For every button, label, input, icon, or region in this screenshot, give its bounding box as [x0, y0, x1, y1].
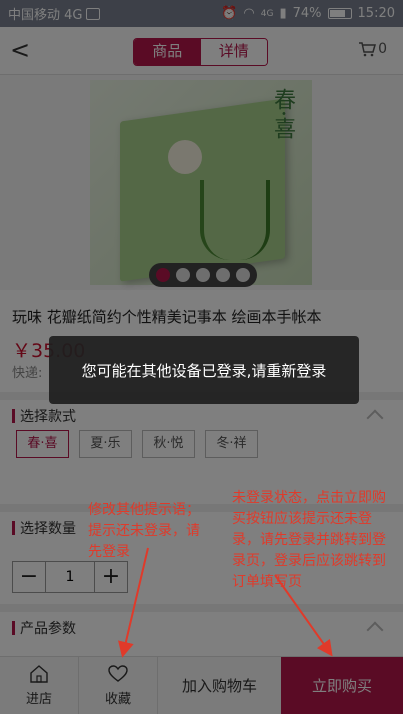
- annotation-note-2: 未登录状态，点击立即购买按钮应该提示还未登录，请先登录并跳转到登录页，登录后应该…: [232, 490, 386, 590]
- toast-message: 您可能在其他设备已登录,请重新登录: [81, 361, 327, 380]
- annotation-note-1: 修改其他提示语；提示还未登录，请先登录: [88, 502, 200, 560]
- login-toast: 您可能在其他设备已登录,请重新登录: [49, 336, 359, 404]
